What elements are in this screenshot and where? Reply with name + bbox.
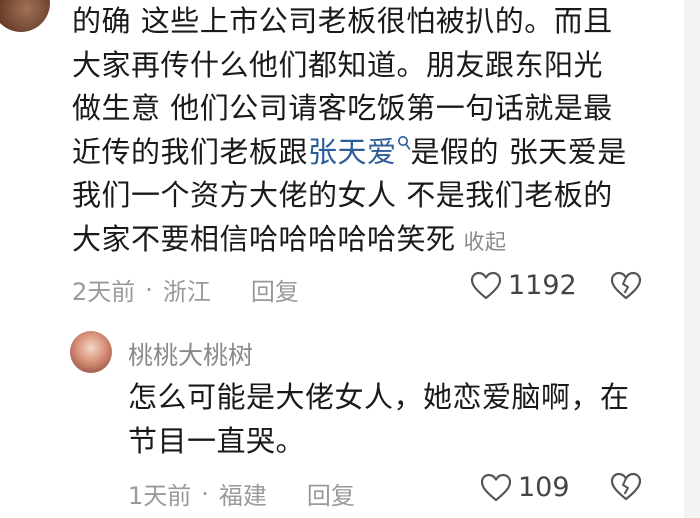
reply-button[interactable]: 回复: [251, 272, 299, 307]
comment-line: 我们一个资方大佬的女人 不是我们老板的: [72, 178, 613, 212]
dislike-button[interactable]: [610, 271, 642, 305]
comment-line: 大家不要相信哈哈哈哈哈笑死 收起: [72, 218, 672, 265]
main-comment-meta: 2天前 · 浙江 回复: [72, 272, 299, 307]
reply-comment-text: 怎么可能是大佬女人，她恋爱脑啊，在 节目一直哭。: [128, 376, 668, 463]
reply-button[interactable]: 回复: [307, 476, 355, 511]
like-count: 109: [518, 472, 570, 503]
comment-line: 近传的我们老板跟张天爱 是假的 张天爱是: [72, 131, 672, 175]
collapse-button[interactable]: 收起: [464, 230, 507, 254]
scroll-edge: [684, 0, 700, 518]
broken-heart-icon: [610, 271, 642, 300]
broken-heart-icon: [610, 472, 642, 501]
like-button[interactable]: 1192: [470, 270, 577, 301]
meta-separator: ·: [145, 275, 153, 304]
commenter-avatar[interactable]: [0, 0, 50, 32]
heart-icon: [470, 271, 502, 299]
comment-line: 的确 这些上市公司老板很怕被扒的。而且: [72, 4, 613, 38]
comment-location: 福建: [218, 482, 267, 510]
comment-time: 2天前: [72, 278, 136, 306]
comment-line: 大家再传什么他们都知道。朋友跟东阳光: [72, 47, 604, 82]
dislike-button[interactable]: [610, 472, 642, 506]
search-icon: [397, 135, 410, 150]
main-comment-text: 的确 这些上市公司老板很怕被扒的。而且 大家再传什么他们都知道。朋友跟东阳光 做…: [72, 0, 672, 264]
comment-location: 浙江: [162, 278, 211, 306]
reply-comment-meta: 1天前 · 福建 回复: [128, 476, 355, 511]
comment-segment: 是假的 张天爱是: [410, 134, 627, 169]
heart-icon: [480, 473, 512, 501]
reply-avatar[interactable]: [70, 331, 112, 373]
like-count: 1192: [508, 270, 577, 301]
mention-link[interactable]: 张天爱: [308, 135, 397, 169]
meta-separator: ·: [201, 479, 209, 508]
comment-line: 怎么可能是大佬女人，她恋爱脑啊，在: [128, 380, 630, 414]
comment-segment: 大家不要相信哈哈哈哈哈笑死: [72, 221, 456, 256]
comment-segment: 近传的我们老板跟: [72, 134, 309, 169]
comment-line: 做生意 他们公司请客吃饭第一句话就是最: [72, 91, 613, 125]
reply-username[interactable]: 桃桃大桃树: [128, 336, 253, 372]
like-button[interactable]: 109: [480, 472, 570, 503]
comment-time: 1天前: [128, 482, 192, 510]
comment-line: 节目一直哭。: [128, 423, 306, 458]
